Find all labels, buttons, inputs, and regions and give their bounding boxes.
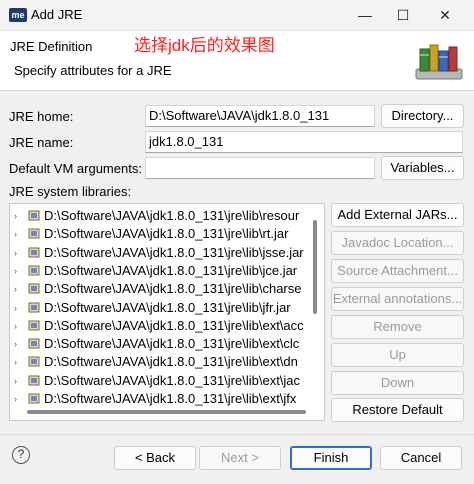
library-path: D:\Software\JAVA\jdk1.8.0_131\jre\lib\rt… <box>44 226 289 242</box>
library-path: D:\Software\JAVA\jdk1.8.0_131\jre\lib\js… <box>44 244 304 260</box>
jar-icon <box>28 338 40 349</box>
chevron-right-icon[interactable]: › <box>14 372 24 390</box>
jar-icon <box>28 247 40 258</box>
jar-icon <box>28 228 40 239</box>
library-row[interactable]: › D:\Software\JAVA\jdk1.8.0_131\jre\lib\e… <box>10 335 306 353</box>
jre-name-label: JRE name: <box>9 135 74 150</box>
footer-divider <box>0 434 474 435</box>
library-row[interactable]: › D:\Software\JAVA\jdk1.8.0_131\jre\lib\r… <box>10 207 306 225</box>
jar-icon <box>28 302 40 312</box>
restore-default-button[interactable]: Restore Default <box>331 398 464 422</box>
jar-icon <box>28 375 40 386</box>
javadoc-location-button[interactable]: Javadoc Location... <box>331 231 464 255</box>
library-row[interactable]: › D:\Software\JAVA\jdk1.8.0_131\jre\lib\e… <box>10 353 306 371</box>
remove-button[interactable]: Remove <box>331 315 464 339</box>
library-path: D:\Software\JAVA\jdk1.8.0_131\jre\lib\jc… <box>44 262 298 278</box>
library-path: D:\Software\JAVA\jdk1.8.0_131\jre\lib\ch… <box>44 281 302 297</box>
maximize-button[interactable]: ☐ <box>388 4 418 26</box>
close-button[interactable]: ✕ <box>430 4 460 26</box>
chevron-right-icon[interactable]: › <box>14 262 24 280</box>
library-path: D:\Software\JAVA\jdk1.8.0_131\jre\lib\ex… <box>44 391 297 406</box>
library-path: D:\Software\JAVA\jdk1.8.0_131\jre\lib\ex… <box>44 354 298 370</box>
next-button[interactable]: Next > <box>199 446 281 470</box>
jar-icon <box>28 320 40 331</box>
jre-name-input[interactable]: jdk1.8.0_131 <box>145 131 463 153</box>
library-row[interactable]: › D:\Software\JAVA\jdk1.8.0_131\jre\lib\c… <box>10 280 306 298</box>
annotation-note: 选择jdk后的效果图 <box>134 36 275 55</box>
page-description: Specify attributes for a JRE <box>14 63 172 78</box>
jre-home-input[interactable]: D:\Software\JAVA\jdk1.8.0_131 <box>145 105 375 127</box>
library-row[interactable]: › D:\Software\JAVA\jdk1.8.0_131\jre\lib\j… <box>10 299 306 317</box>
cancel-button[interactable]: Cancel <box>380 446 462 470</box>
vertical-scrollbar[interactable] <box>313 220 317 314</box>
window-title: Add JRE <box>31 7 83 22</box>
library-list[interactable]: › D:\Software\JAVA\jdk1.8.0_131\jre\lib\r… <box>9 203 325 421</box>
libraries-label: JRE system libraries: <box>9 184 132 199</box>
jar-icon <box>28 265 40 276</box>
horizontal-scrollbar[interactable] <box>27 410 306 414</box>
chevron-right-icon[interactable]: › <box>14 353 24 371</box>
library-path: D:\Software\JAVA\jdk1.8.0_131\jre\lib\re… <box>44 208 300 223</box>
chevron-right-icon[interactable]: › <box>14 390 24 408</box>
chevron-right-icon[interactable]: › <box>14 299 24 317</box>
back-button[interactable]: < Back <box>114 446 196 470</box>
finish-button[interactable]: Finish <box>290 446 372 470</box>
vm-arguments-input[interactable] <box>145 157 375 179</box>
library-path: D:\Software\JAVA\jdk1.8.0_131\jre\lib\ex… <box>44 317 304 333</box>
page-title: JRE Definition <box>10 39 93 54</box>
directory-button[interactable]: Directory... <box>381 104 464 128</box>
external-annotations-button[interactable]: External annotations... <box>331 287 464 311</box>
help-icon[interactable]: ? <box>12 446 30 464</box>
jar-icon <box>28 356 40 367</box>
library-path: D:\Software\JAVA\jdk1.8.0_131\jre\lib\jf… <box>44 299 291 315</box>
vm-arguments-label: Default VM arguments: <box>9 161 142 176</box>
library-row[interactable]: › D:\Software\JAVA\jdk1.8.0_131\jre\lib\j… <box>10 244 306 262</box>
jre-home-label: JRE home: <box>9 109 74 124</box>
app-icon: me <box>9 8 27 22</box>
library-row[interactable]: › D:\Software\JAVA\jdk1.8.0_131\jre\lib\r… <box>10 225 306 243</box>
chevron-right-icon[interactable]: › <box>14 207 24 225</box>
wizard-header: JRE Definition 选择jdk后的效果图 Specify attrib… <box>0 31 474 91</box>
chevron-right-icon[interactable]: › <box>14 280 24 298</box>
library-path: D:\Software\JAVA\jdk1.8.0_131\jre\lib\ex… <box>44 336 300 352</box>
chevron-right-icon[interactable]: › <box>14 317 24 335</box>
library-books-icon <box>415 44 463 80</box>
variables-button[interactable]: Variables... <box>381 156 464 180</box>
library-row[interactable]: › D:\Software\JAVA\jdk1.8.0_131\jre\lib\j… <box>10 262 306 280</box>
up-button[interactable]: Up <box>331 343 464 367</box>
library-row[interactable]: › D:\Software\JAVA\jdk1.8.0_131\jre\lib\e… <box>10 390 306 408</box>
library-row[interactable]: › D:\Software\JAVA\jdk1.8.0_131\jre\lib\e… <box>10 317 306 335</box>
chevron-right-icon[interactable]: › <box>14 225 24 243</box>
library-path: D:\Software\JAVA\jdk1.8.0_131\jre\lib\ex… <box>44 372 301 388</box>
source-attachment-button[interactable]: Source Attachment... <box>331 259 464 283</box>
minimize-button[interactable]: — <box>350 4 380 26</box>
jar-icon <box>28 393 40 404</box>
down-button[interactable]: Down <box>331 371 464 395</box>
chevron-right-icon[interactable]: › <box>14 335 24 353</box>
add-external-jars-button[interactable]: Add External JARs... <box>331 203 464 227</box>
library-row[interactable]: › D:\Software\JAVA\jdk1.8.0_131\jre\lib\e… <box>10 372 306 390</box>
jar-icon <box>28 210 40 221</box>
jar-icon <box>28 283 40 294</box>
chevron-right-icon[interactable]: › <box>14 244 24 262</box>
